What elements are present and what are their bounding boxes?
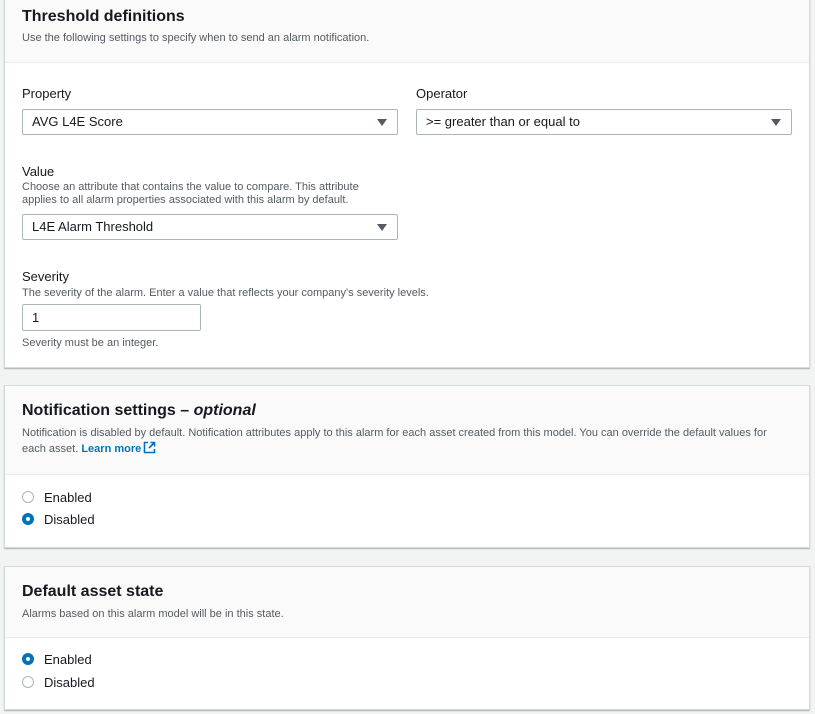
severity-field: Severity The severity of the alarm. Ente… xyxy=(22,268,429,300)
notification-title-text: Notification settings xyxy=(22,402,176,419)
asset-state-panel-description: Alarms based on this alarm model will be… xyxy=(22,608,284,620)
caret-down-icon xyxy=(771,119,781,126)
radio-button-checked-icon xyxy=(22,513,34,525)
notification-radio-enabled[interactable]: Enabled xyxy=(22,487,92,507)
asset-state-panel-title: Default asset state xyxy=(22,583,164,600)
value-field: Value Choose an attribute that contains … xyxy=(22,163,359,207)
severity-label: Severity xyxy=(22,269,69,284)
caret-down-icon xyxy=(377,224,387,231)
property-select-value: AVG L4E Score xyxy=(32,114,123,129)
radio-button-checked-icon xyxy=(22,653,34,665)
default-asset-state-panel: Default asset state Alarms based on this… xyxy=(4,566,810,710)
notification-desc-line1: Notification is disabled by default. Not… xyxy=(22,427,767,439)
threshold-panel-description: Use the following settings to specify wh… xyxy=(22,32,370,44)
operator-select-value: >= greater than or equal to xyxy=(426,114,580,129)
radio-button-icon xyxy=(22,491,34,503)
operator-label: Operator xyxy=(416,86,468,101)
property-field: Property xyxy=(22,85,71,103)
radio-button-icon xyxy=(22,676,34,688)
value-select[interactable]: L4E Alarm Threshold xyxy=(22,214,398,240)
property-label: Property xyxy=(22,86,72,101)
value-hint-line1: Choose an attribute that contains the va… xyxy=(22,181,359,193)
operator-field: Operator xyxy=(416,85,467,103)
notification-desc-line2-text: each asset. xyxy=(22,443,79,455)
notification-radio-disabled[interactable]: Disabled xyxy=(22,509,95,529)
operator-select[interactable]: >= greater than or equal to xyxy=(416,109,792,135)
property-select[interactable]: AVG L4E Score xyxy=(22,109,398,135)
asset-state-disabled-label: Disabled xyxy=(44,674,95,690)
asset-state-panel-header: Default asset state Alarms based on this… xyxy=(5,567,809,638)
severity-hint: The severity of the alarm. Enter a value… xyxy=(22,287,429,299)
threshold-panel-title: Threshold definitions xyxy=(22,8,185,25)
notification-panel-header: Notification settings – optional Notific… xyxy=(5,386,809,475)
value-select-value: L4E Alarm Threshold xyxy=(32,219,154,234)
notification-desc-line2: each asset. Learn more xyxy=(22,441,792,457)
asset-state-radio-disabled[interactable]: Disabled xyxy=(22,672,95,692)
severity-constraint: Severity must be an integer. xyxy=(22,337,159,349)
severity-input[interactable] xyxy=(22,304,201,331)
value-hint-line2: applies to all alarm properties associat… xyxy=(22,194,349,206)
asset-state-enabled-label: Enabled xyxy=(44,651,92,667)
notification-settings-panel: Notification settings – optional Notific… xyxy=(4,385,810,548)
value-label: Value xyxy=(22,164,55,179)
threshold-definitions-panel: Threshold definitions Use the following … xyxy=(4,0,810,368)
external-link-icon xyxy=(143,441,156,454)
notification-disabled-label: Disabled xyxy=(44,511,95,527)
notification-title-sep: – xyxy=(175,402,194,419)
notification-title-optional: optional xyxy=(193,402,256,419)
notification-panel-description: Notification is disabled by default. Not… xyxy=(22,425,792,457)
asset-state-radio-enabled[interactable]: Enabled xyxy=(22,649,92,669)
caret-down-icon xyxy=(377,119,387,126)
threshold-panel-header: Threshold definitions Use the following … xyxy=(5,0,809,63)
notification-panel-title: Notification settings – optional xyxy=(22,400,792,422)
learn-more-link[interactable]: Learn more xyxy=(81,441,156,455)
learn-more-label: Learn more xyxy=(81,443,142,455)
notification-enabled-label: Enabled xyxy=(44,489,92,505)
